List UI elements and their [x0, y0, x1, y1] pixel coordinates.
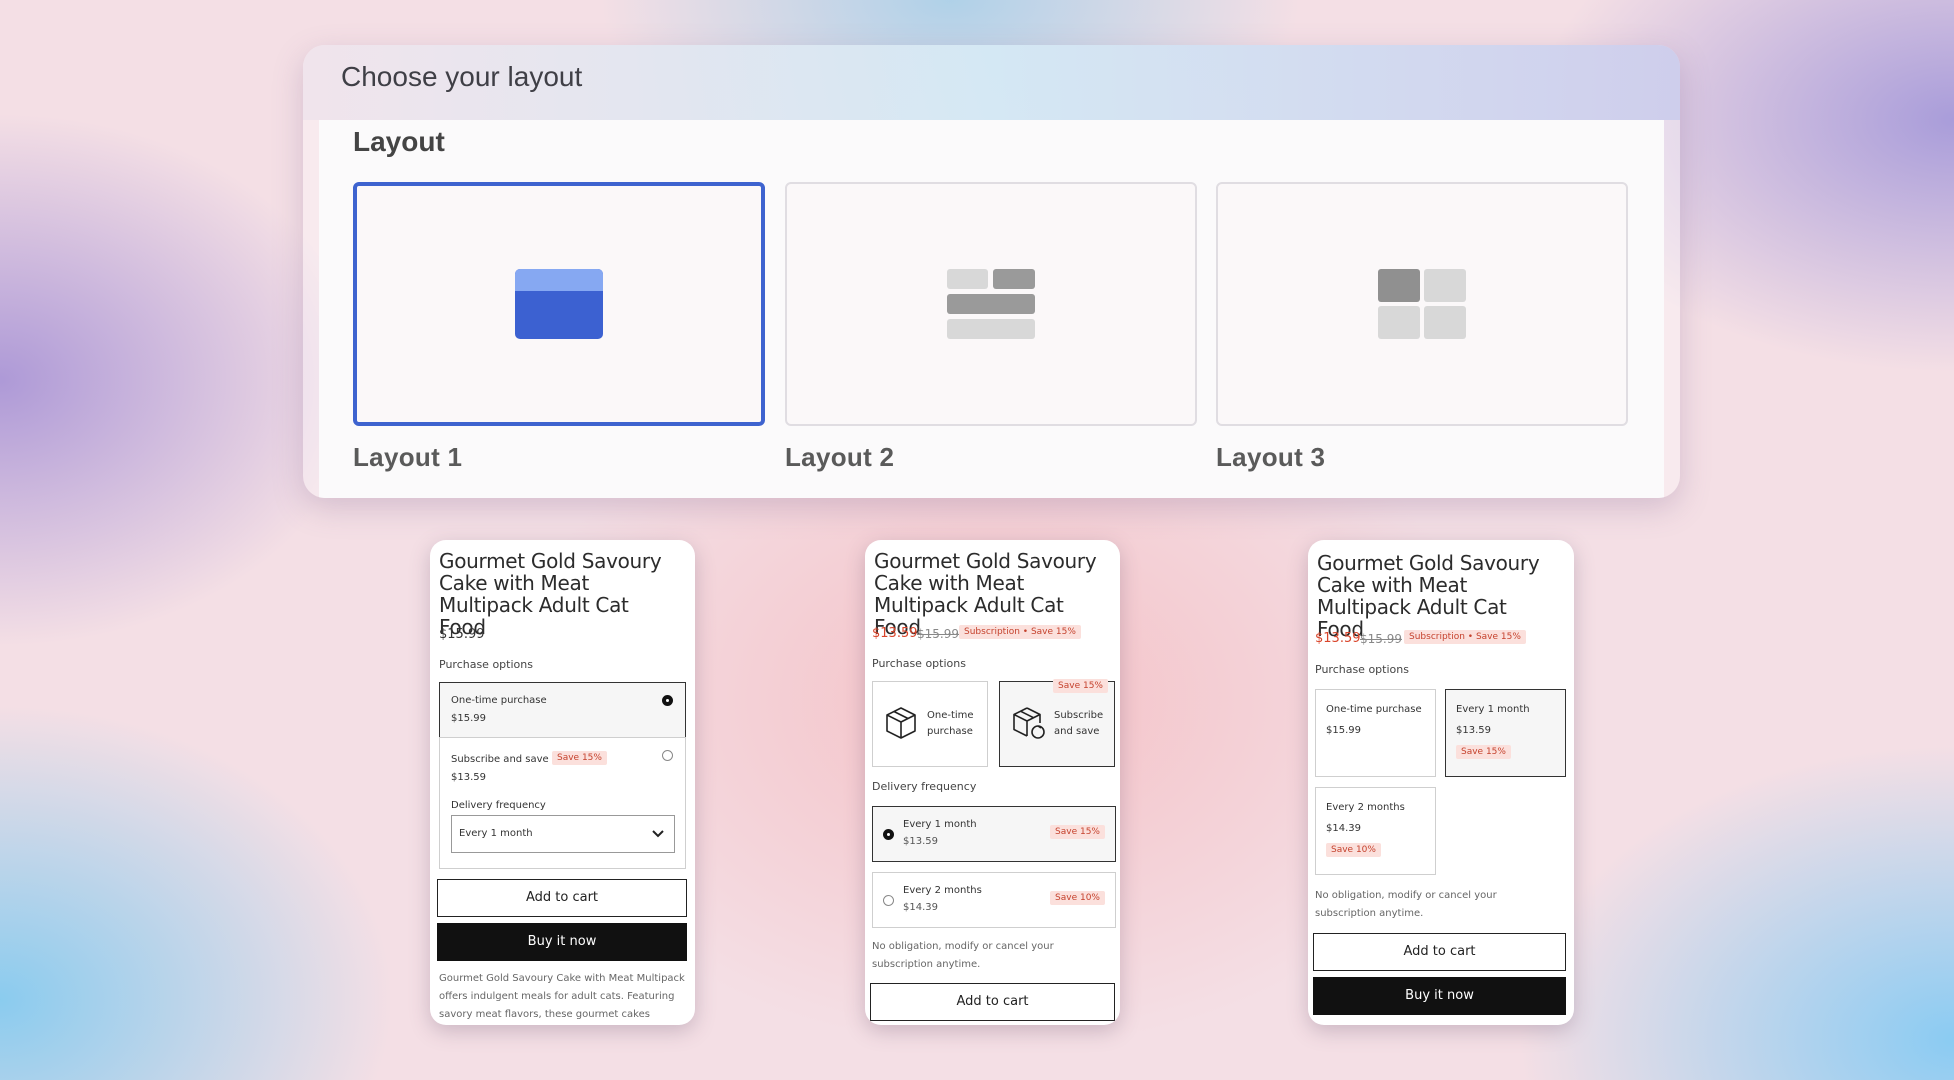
product-title: Gourmet Gold Savoury Cake with Meat Mult… [1317, 551, 1540, 641]
stacked-rows-layout-icon [947, 269, 1035, 339]
sale-price: $13.59 [872, 626, 918, 641]
subscribe-radio[interactable] [662, 750, 673, 761]
one-time-radio[interactable] [662, 695, 673, 706]
frequency-radio-2[interactable] [883, 895, 894, 906]
frequency-label-1: Every 1 month [903, 819, 977, 830]
subscribe-price: $13.59 [451, 772, 486, 783]
section-title: Layout [353, 126, 445, 157]
original-price: $15.99 [1360, 632, 1402, 646]
product-description: Gourmet Gold Savoury Cake with Meat Mult… [439, 973, 685, 1020]
every-1-month-price: $13.59 [1456, 725, 1491, 736]
add-to-cart-button[interactable]: Add to cart [1313, 933, 1566, 971]
purchase-options-label: Purchase options [872, 657, 966, 670]
subscription-badge: Subscription • Save 15% [1404, 630, 1526, 644]
frequency-radio-1[interactable] [883, 829, 894, 840]
every-2-months-option[interactable]: Every 2 months $14.39 Save 10% [1315, 787, 1436, 875]
product-price: $15.99 [439, 627, 485, 642]
box-icon [886, 707, 916, 739]
frequency-badge-2: Save 10% [1050, 891, 1105, 905]
subscribe-option[interactable]: Subscribe and save Save 15% $13.59 Deliv… [439, 737, 686, 869]
product-title: Gourmet Gold Savoury Cake with Meat Mult… [439, 549, 662, 639]
no-obligation-note: No obligation, modify or cancel your sub… [872, 941, 1054, 970]
delivery-frequency-label: Delivery frequency [872, 780, 977, 793]
every-1-month-label: Every 1 month [1456, 704, 1530, 715]
one-time-price: $15.99 [1326, 725, 1361, 736]
frequency-option-2[interactable]: Every 2 months $14.39 Save 10% [872, 872, 1116, 928]
layout-label-3: Layout 3 [1216, 442, 1326, 472]
subscribe-option[interactable]: Save 15% Subscribe and save [999, 679, 1115, 767]
frequency-select-value: Every 1 month [459, 828, 533, 839]
one-time-price: $15.99 [451, 713, 486, 724]
purchase-options-label: Purchase options [439, 658, 533, 671]
original-price: $15.99 [917, 627, 959, 641]
single-panel-layout-icon [515, 269, 603, 339]
panel-body: Layout Layout 1 Layout 2 Layout 3 [319, 120, 1664, 498]
every-1-month-option[interactable]: Every 1 month $13.59 Save 15% [1445, 689, 1566, 777]
buy-now-button[interactable]: Buy it now [1313, 977, 1566, 1015]
frequency-price-1: $13.59 [903, 836, 938, 847]
no-obligation-note: No obligation, modify or cancel your sub… [1315, 890, 1497, 919]
subscribe-line1: Subscribe [1054, 710, 1104, 721]
preview-layout-2: Gourmet Gold Savoury Cake with Meat Mult… [865, 540, 1120, 1025]
layout-option-2[interactable] [785, 182, 1197, 426]
one-time-line2: purchase [927, 726, 973, 737]
frequency-option-1[interactable]: Every 1 month $13.59 Save 15% [872, 806, 1116, 862]
preview-layout-3: Gourmet Gold Savoury Cake with Meat Mult… [1308, 540, 1574, 1025]
grid-layout-icon [1378, 269, 1466, 339]
frequency-select[interactable]: Every 1 month [451, 815, 675, 853]
frequency-badge-1: Save 15% [1050, 825, 1105, 839]
add-to-cart-button[interactable]: Add to cart [437, 879, 687, 917]
layout-option-1[interactable] [353, 182, 765, 426]
layout-chooser-panel: Choose your layout Layout Layout 1 Layou… [303, 45, 1680, 498]
save-badge: Save 15% [1053, 679, 1108, 693]
one-time-option[interactable]: One-time purchase $15.99 [439, 682, 686, 738]
frequency-label-2: Every 2 months [903, 885, 982, 896]
every-2-months-label: Every 2 months [1326, 802, 1405, 813]
chevron-down-icon [652, 830, 664, 838]
sale-price: $13.59 [1315, 631, 1361, 646]
one-time-option[interactable]: One-time purchase [872, 681, 988, 767]
panel-header: Choose your layout [303, 45, 1680, 120]
buy-now-button[interactable]: Buy it now [437, 923, 687, 961]
preview-layout-1: Gourmet Gold Savoury Cake with Meat Mult… [430, 540, 695, 1025]
layout-option-3[interactable] [1216, 182, 1628, 426]
one-time-label: One-time purchase [1326, 704, 1422, 715]
subscribe-line2: and save [1054, 726, 1100, 737]
subscription-badge: Subscription • Save 15% [959, 625, 1081, 639]
purchase-options-label: Purchase options [1315, 663, 1409, 676]
layout-label-1: Layout 1 [353, 442, 463, 472]
every-2-months-badge: Save 10% [1326, 843, 1381, 857]
save-badge: Save 15% [552, 751, 607, 765]
every-2-months-price: $14.39 [1326, 823, 1361, 834]
layout-label-2: Layout 2 [785, 442, 895, 472]
delivery-frequency-label: Delivery frequency [451, 800, 546, 811]
one-time-line1: One-time [927, 710, 974, 721]
add-to-cart-button[interactable]: Add to cart [870, 983, 1115, 1021]
panel-title: Choose your layout [341, 61, 583, 92]
every-1-month-badge: Save 15% [1456, 745, 1511, 759]
recurring-box-icon [1013, 707, 1045, 739]
one-time-label: One-time purchase [451, 695, 547, 706]
one-time-option[interactable]: One-time purchase $15.99 [1315, 689, 1436, 777]
frequency-price-2: $14.39 [903, 902, 938, 913]
subscribe-label: Subscribe and save [451, 754, 549, 765]
